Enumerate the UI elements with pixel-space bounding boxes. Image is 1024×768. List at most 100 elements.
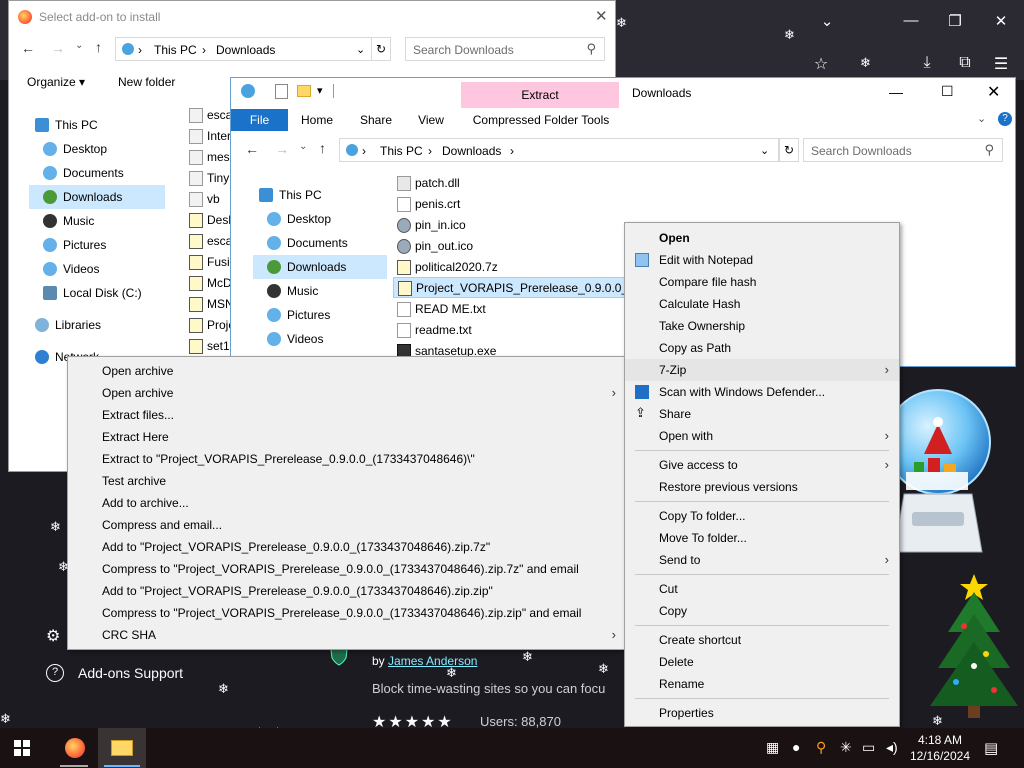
nav-item-downloads[interactable]: Downloads xyxy=(253,255,387,279)
properties-quick-icon[interactable] xyxy=(275,84,288,99)
nav-item-libraries[interactable]: Libraries xyxy=(35,313,165,337)
menu-item-7zip[interactable]: 7-Zip › xyxy=(625,359,899,381)
back-arrow-icon[interactable]: ← xyxy=(245,141,259,157)
list-item[interactable]: MSN xyxy=(189,294,233,315)
address-dropdown-icon[interactable]: ⌄ xyxy=(760,144,769,157)
menu-item-copy-as-path[interactable]: Copy as Path xyxy=(625,337,899,359)
clock[interactable]: 4:18 AM 12/16/2024 xyxy=(910,732,970,764)
menu-item-open-archive[interactable]: Open archive xyxy=(68,360,626,382)
nav-item-pictures[interactable]: Pictures xyxy=(267,303,387,327)
refresh-button[interactable]: ↻ xyxy=(779,138,799,162)
menu-item-give-access[interactable]: Give access to › xyxy=(625,454,899,476)
nav-item-videos[interactable]: Videos xyxy=(267,327,387,351)
menu-item-test-archive[interactable]: Test archive xyxy=(68,470,626,492)
search-box[interactable]: Search Downloads ⚲ xyxy=(405,37,605,61)
list-item[interactable]: set13 xyxy=(189,336,233,357)
breadcrumb-this-pc[interactable]: This PC xyxy=(380,144,423,158)
menu-item-crc-sha[interactable]: CRC SHA › xyxy=(68,624,626,646)
tray-app-icon[interactable]: ▦ xyxy=(766,739,779,756)
list-item[interactable]: escar xyxy=(189,105,233,126)
address-dropdown-icon[interactable]: ⌄ xyxy=(356,43,365,56)
up-arrow-icon[interactable]: ↑ xyxy=(319,140,326,156)
menu-item-share[interactable]: ⇪ Share xyxy=(625,403,899,425)
quick-access-dropdown-icon[interactable]: ▾ xyxy=(317,84,323,97)
network-icon[interactable]: ▭ xyxy=(862,739,875,756)
gear-icon[interactable]: ⚙ xyxy=(46,626,60,646)
nav-item-documents[interactable]: Documents xyxy=(43,161,165,185)
tray-search-icon[interactable]: ⚲ xyxy=(816,739,826,756)
refresh-button[interactable]: ↻ xyxy=(371,37,391,61)
nav-item-videos[interactable]: Videos xyxy=(43,257,165,281)
maximize-button[interactable]: ☐ xyxy=(941,83,954,100)
list-item[interactable]: Tiny xyxy=(189,168,233,189)
nav-item-music[interactable]: Music xyxy=(267,279,387,303)
minimize-button[interactable]: — xyxy=(896,12,926,29)
search-box[interactable]: Search Downloads ⚲ xyxy=(803,138,1003,162)
menu-item-restore-versions[interactable]: Restore previous versions xyxy=(625,476,899,498)
menu-item-cut[interactable]: Cut xyxy=(625,578,899,600)
menu-item-move-to-folder[interactable]: Move To folder... xyxy=(625,527,899,549)
nav-item-desktop[interactable]: Desktop xyxy=(43,137,165,161)
menu-item-open[interactable]: Open xyxy=(625,227,899,249)
help-icon[interactable]: ? xyxy=(998,112,1012,126)
menu-item-add-to-zip[interactable]: Add to "Project_VORAPIS_Prerelease_0.9.0… xyxy=(68,580,626,602)
breadcrumb-downloads[interactable]: Downloads xyxy=(442,144,501,158)
menu-item-compare-hash[interactable]: Compare file hash xyxy=(625,271,899,293)
menu-item-properties[interactable]: Properties xyxy=(625,702,899,724)
addon-author-link[interactable]: James Anderson xyxy=(388,654,477,668)
taskbar-firefox[interactable] xyxy=(52,728,96,768)
list-item[interactable]: mesa xyxy=(189,147,233,168)
menu-item-copy-to-folder[interactable]: Copy To folder... xyxy=(625,505,899,527)
breadcrumb-this-pc[interactable]: This PC xyxy=(154,43,197,57)
nav-item-local-disk[interactable]: Local Disk (C:) xyxy=(43,281,173,305)
menu-item-add-to-7z[interactable]: Add to "Project_VORAPIS_Prerelease_0.9.0… xyxy=(68,536,626,558)
back-arrow-icon[interactable]: ← xyxy=(21,40,35,56)
menu-item-create-shortcut[interactable]: Create shortcut xyxy=(625,629,899,651)
extract-context-tab[interactable]: Extract xyxy=(461,88,619,102)
list-item[interactable]: escar xyxy=(189,231,233,252)
menu-item-compress-email[interactable]: Compress and email... xyxy=(68,514,626,536)
recent-chevron-icon[interactable]: ⌄ xyxy=(75,40,83,51)
menu-icon[interactable]: ☰ xyxy=(986,54,1016,74)
new-folder-button[interactable]: New folder xyxy=(118,75,175,89)
nav-item-this-pc[interactable]: This PC xyxy=(259,183,387,207)
menu-item-add-to-archive[interactable]: Add to archive... xyxy=(68,492,626,514)
list-item[interactable]: McDo xyxy=(189,273,233,294)
downloads-icon[interactable]: ⤓ xyxy=(912,54,942,72)
menu-item-open-with[interactable]: Open with › xyxy=(625,425,899,447)
nav-item-desktop[interactable]: Desktop xyxy=(267,207,387,231)
list-all-tabs-icon[interactable]: ⌄ xyxy=(812,12,842,30)
tab-view[interactable]: View xyxy=(407,109,455,131)
menu-item-extract-to[interactable]: Extract to "Project_VORAPIS_Prerelease_0… xyxy=(68,448,626,470)
tray-brightness-icon[interactable]: ✳ xyxy=(840,739,852,756)
restore-button[interactable]: ❐ xyxy=(940,12,970,30)
volume-icon[interactable]: ◂) xyxy=(886,739,898,756)
nav-item-documents[interactable]: Documents xyxy=(267,231,387,255)
menu-item-extract-here[interactable]: Extract Here xyxy=(68,426,626,448)
menu-item-scan-defender[interactable]: Scan with Windows Defender... xyxy=(625,381,899,403)
nav-item-music[interactable]: Music xyxy=(43,209,165,233)
list-item[interactable]: Deskt xyxy=(189,210,233,231)
notifications-icon[interactable]: ▤ xyxy=(984,739,998,757)
taskbar-file-explorer[interactable] xyxy=(98,728,146,768)
breadcrumb-downloads[interactable]: Downloads xyxy=(216,43,275,57)
forward-arrow-icon[interactable]: → xyxy=(275,141,289,157)
tab-compressed-folder-tools[interactable]: Compressed Folder Tools xyxy=(463,109,619,131)
list-item[interactable]: Fusio xyxy=(189,252,233,273)
forward-arrow-icon[interactable]: → xyxy=(51,40,65,56)
tab-share[interactable]: Share xyxy=(349,109,403,131)
nav-item-downloads[interactable]: Downloads xyxy=(29,185,165,209)
expand-ribbon-icon[interactable]: ⌄ xyxy=(977,112,986,125)
menu-item-edit-notepad[interactable]: Edit with Notepad xyxy=(625,249,899,271)
menu-item-copy[interactable]: Copy xyxy=(625,600,899,622)
up-arrow-icon[interactable]: ↑ xyxy=(95,39,102,55)
help-icon[interactable]: ? xyxy=(46,664,64,682)
new-folder-quick-icon[interactable] xyxy=(297,85,311,97)
minimize-button[interactable]: — xyxy=(889,84,903,100)
organize-button[interactable]: Organize ▾ xyxy=(27,75,85,89)
close-button[interactable]: ✕ xyxy=(986,12,1016,30)
menu-item-compress-7z-email[interactable]: Compress to "Project_VORAPIS_Prerelease_… xyxy=(68,558,626,580)
tab-home[interactable]: Home xyxy=(291,109,343,131)
nav-item-pictures[interactable]: Pictures xyxy=(43,233,165,257)
menu-item-calculate-hash[interactable]: Calculate Hash xyxy=(625,293,899,315)
